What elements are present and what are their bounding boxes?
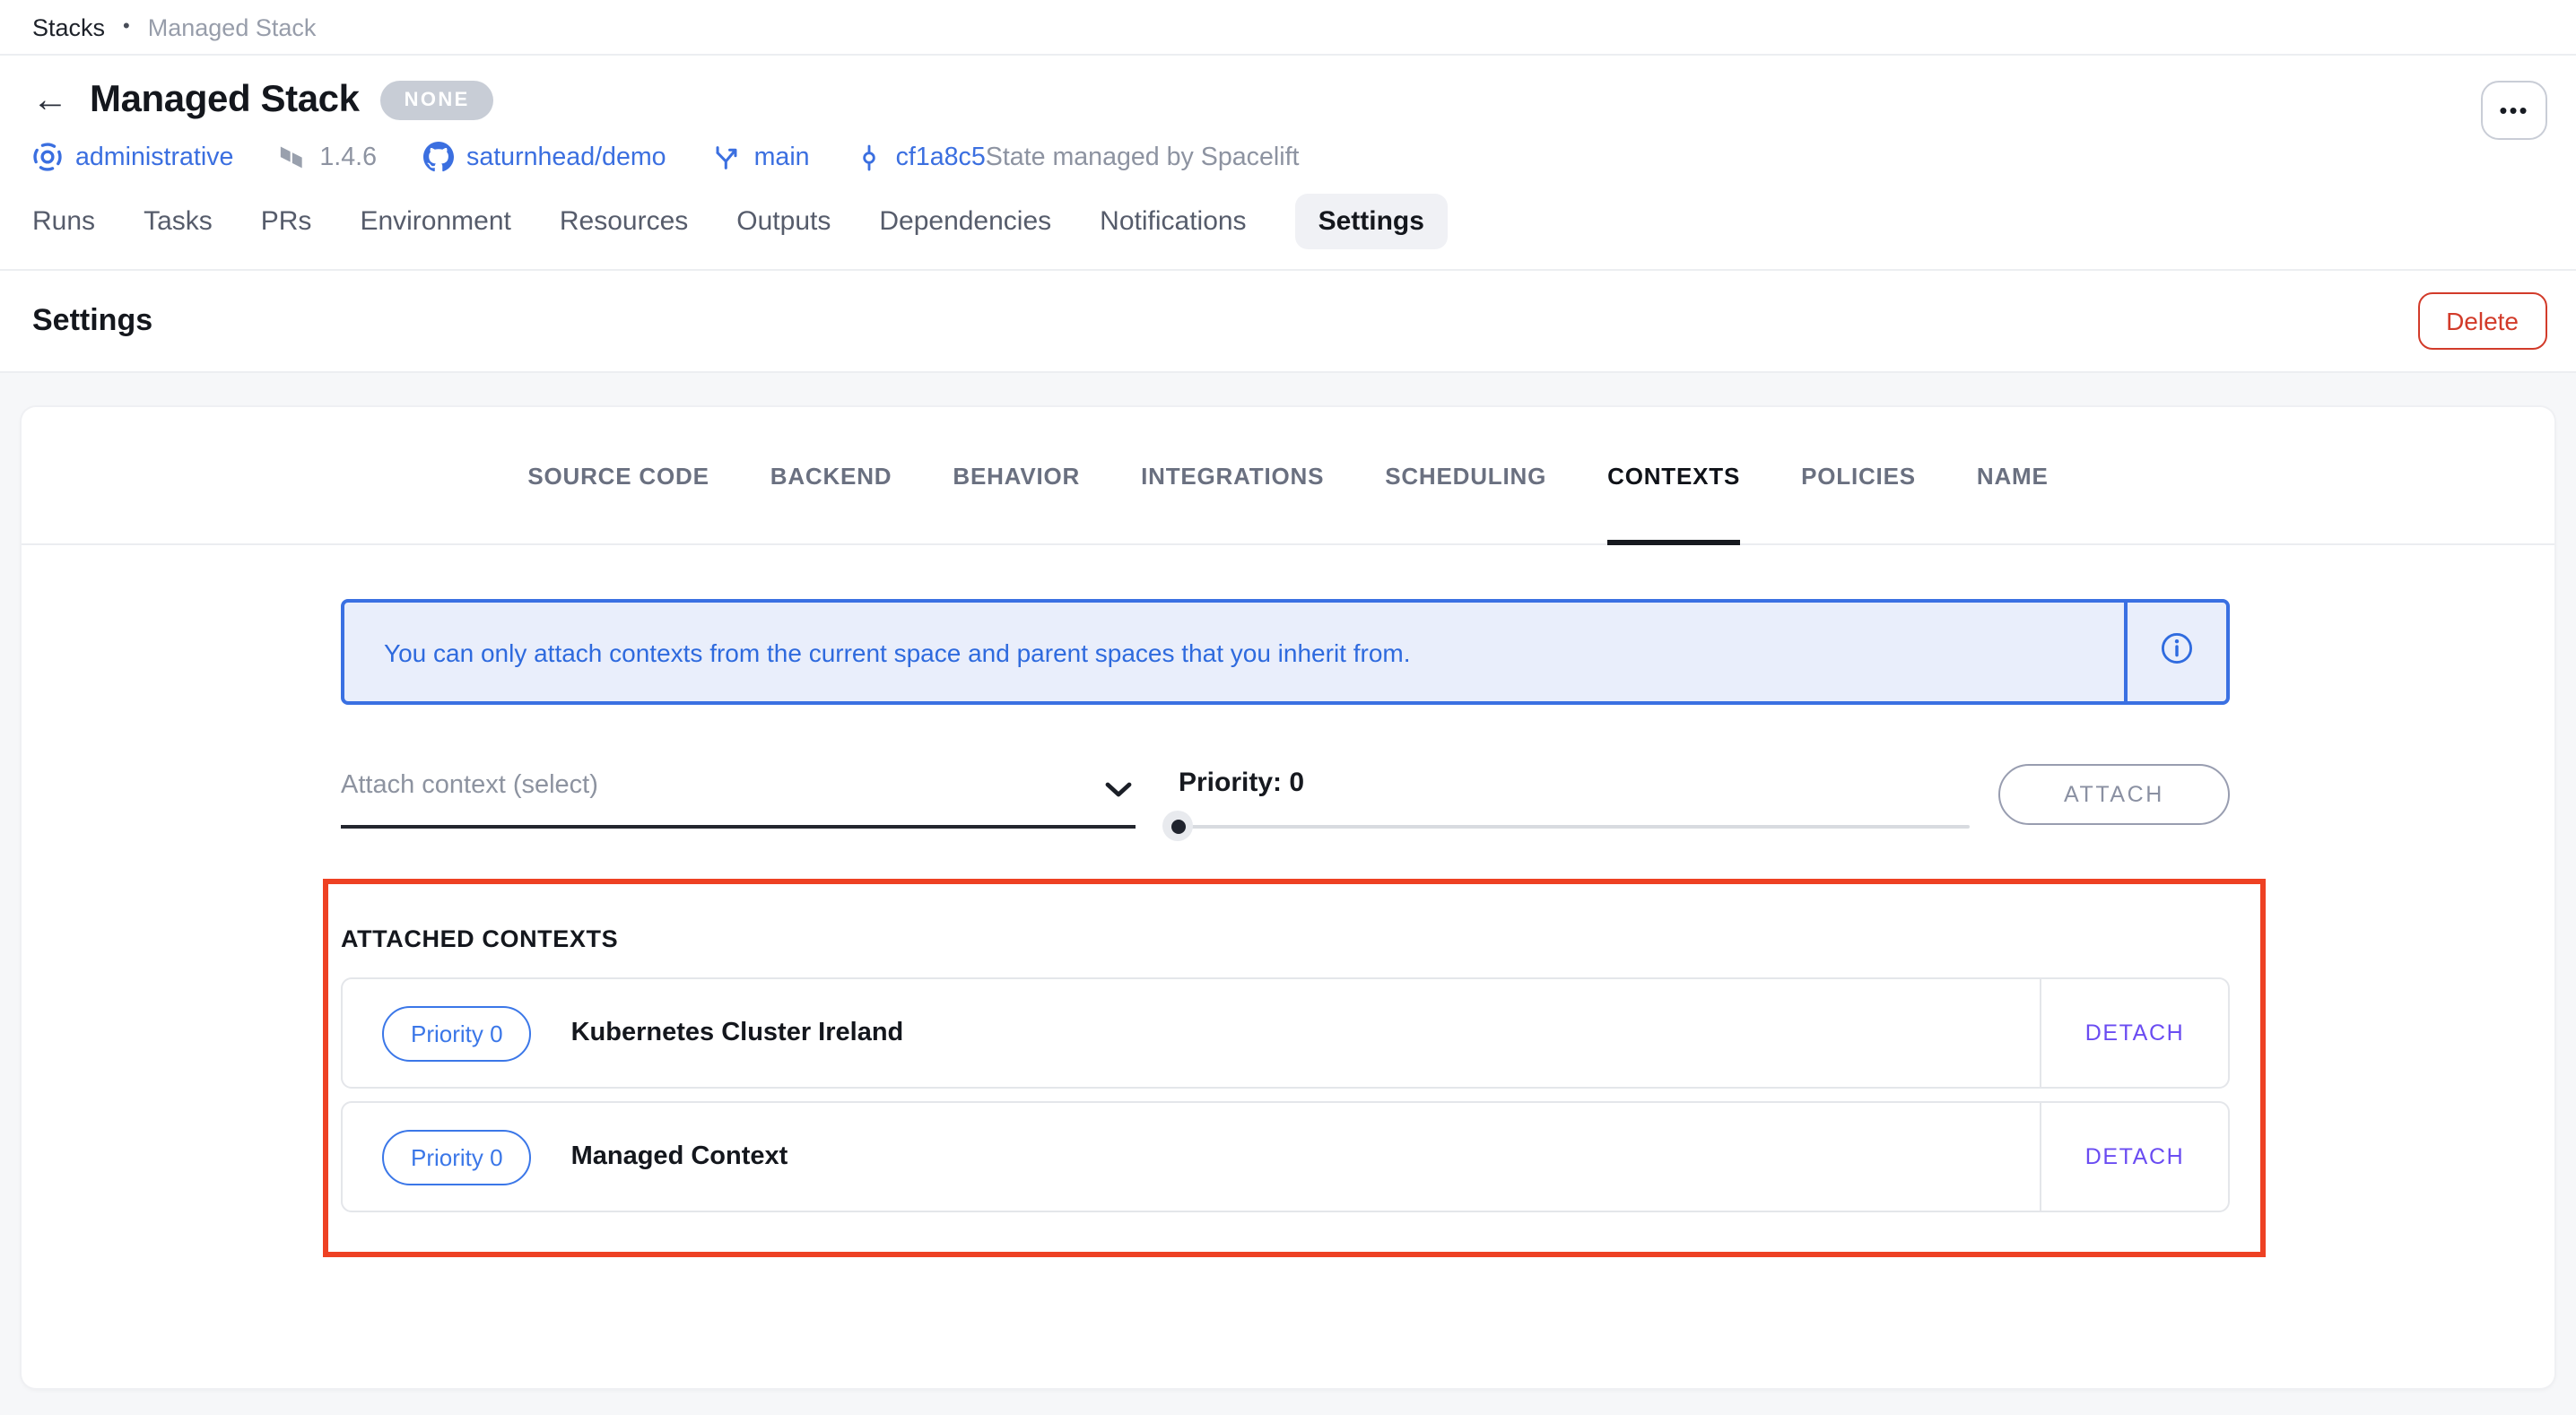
settings-tab-scheduling[interactable]: SCHEDULING	[1385, 407, 1546, 543]
delete-stack-button[interactable]: Delete	[2417, 292, 2547, 350]
priority-slider-dot	[1171, 819, 1185, 833]
info-icon	[2160, 630, 2194, 673]
context-name: Managed Context	[571, 1142, 788, 1171]
priority-badge: Priority 0	[382, 1129, 532, 1185]
breadcrumb-current: Managed Stack	[148, 13, 317, 40]
detach-button[interactable]: DETACH	[2075, 1142, 2196, 1171]
attach-context-placeholder: Attach context (select)	[341, 771, 598, 800]
attached-contexts-section: ATTACHED CONTEXTS Priority 0 Kubernetes …	[323, 879, 2266, 1257]
meta-repository[interactable]: saturnhead/demo	[423, 142, 666, 172]
branch-icon	[713, 143, 742, 171]
detach-cell: DETACH	[2040, 979, 2228, 1087]
tab-outputs[interactable]: Outputs	[736, 206, 831, 237]
app-viewport: Stacks • Managed Stack ••• ← Managed Sta…	[0, 0, 2576, 1415]
priority-label: Priority: 0	[1179, 768, 1970, 798]
settings-tab-integrations[interactable]: INTEGRATIONS	[1141, 407, 1324, 543]
priority-slider-thumb[interactable]	[1162, 811, 1193, 841]
detach-cell: DETACH	[2040, 1103, 2228, 1211]
context-row: Priority 0 Kubernetes Cluster Ireland DE…	[341, 977, 2230, 1089]
meta-branch[interactable]: main	[713, 143, 810, 171]
commit-icon	[857, 143, 883, 171]
info-banner: You can only attach contexts from the cu…	[341, 599, 2230, 705]
tab-prs[interactable]: PRs	[261, 206, 312, 237]
meta-version: 1.4.6	[280, 143, 377, 171]
breadcrumb-stacks[interactable]: Stacks	[32, 13, 105, 40]
tab-runs[interactable]: Runs	[32, 206, 95, 237]
meta-space[interactable]: administrative	[32, 142, 233, 172]
tab-notifications[interactable]: Notifications	[1100, 206, 1246, 237]
priority-slider[interactable]	[1177, 811, 1970, 843]
info-banner-text: You can only attach contexts from the cu…	[344, 603, 2124, 701]
ellipsis-icon: •••	[2499, 96, 2528, 123]
tab-environment[interactable]: Environment	[360, 206, 510, 237]
commit-sha-link[interactable]: cf1a8c5	[896, 143, 986, 171]
chevron-down-icon	[1105, 782, 1132, 798]
detach-button[interactable]: DETACH	[2075, 1019, 2196, 1047]
back-arrow-icon[interactable]: ←	[32, 82, 68, 118]
state-badge: NONE	[381, 81, 493, 120]
settings-tab-source-code[interactable]: SOURCE CODE	[527, 407, 709, 543]
branch-label: main	[754, 143, 810, 171]
settings-section-tabs: SOURCE CODE BACKEND BEHAVIOR INTEGRATION…	[22, 407, 2554, 545]
github-icon	[423, 142, 454, 172]
contexts-panel: You can only attach contexts from the cu…	[22, 545, 2554, 1257]
meta-commit: cf1a8c5State managed by Spacelift	[857, 143, 1300, 171]
tab-settings[interactable]: Settings	[1295, 194, 1448, 249]
attached-contexts-title: ATTACHED CONTEXTS	[341, 925, 2230, 952]
settings-tab-contexts[interactable]: CONTEXTS	[1607, 407, 1740, 543]
page-title: Managed Stack	[90, 79, 360, 122]
priority-control: Priority: 0	[1177, 768, 1970, 843]
more-options-button[interactable]: •••	[2481, 81, 2547, 140]
space-icon	[32, 142, 63, 172]
context-row: Priority 0 Managed Context DETACH	[341, 1101, 2230, 1212]
tab-resources[interactable]: Resources	[560, 206, 688, 237]
context-name: Kubernetes Cluster Ireland	[571, 1019, 904, 1047]
settings-tab-backend[interactable]: BACKEND	[770, 407, 892, 543]
info-banner-icon-box[interactable]	[2124, 603, 2226, 701]
settings-tab-behavior[interactable]: BEHAVIOR	[953, 407, 1080, 543]
stack-nav-tabs: Runs Tasks PRs Environment Resources Out…	[32, 192, 2544, 251]
version-label: 1.4.6	[319, 143, 377, 171]
settings-tab-name[interactable]: NAME	[1977, 407, 2049, 543]
title-row: ← Managed Stack NONE	[32, 74, 2544, 127]
terraform-icon	[280, 143, 307, 171]
priority-slider-track	[1177, 825, 1970, 829]
space-label: administrative	[75, 143, 233, 171]
settings-bar: Settings Delete	[0, 271, 2576, 371]
stack-header: ••• ← Managed Stack NONE administrative …	[0, 56, 2576, 271]
attach-button[interactable]: ATTACH	[1998, 764, 2230, 825]
settings-tab-policies[interactable]: POLICIES	[1801, 407, 1916, 543]
attach-context-row: Attach context (select) Priority: 0	[341, 764, 2230, 829]
attach-context-select[interactable]: Attach context (select)	[341, 769, 1136, 829]
stack-meta-row: administrative 1.4.6 saturnhead/demo mai…	[32, 142, 2544, 172]
repository-label: saturnhead/demo	[466, 143, 666, 171]
settings-title: Settings	[32, 303, 152, 339]
priority-badge: Priority 0	[382, 1005, 532, 1061]
breadcrumb: Stacks • Managed Stack	[0, 0, 2576, 56]
settings-page-area: SOURCE CODE BACKEND BEHAVIOR INTEGRATION…	[0, 371, 2576, 1415]
settings-card: SOURCE CODE BACKEND BEHAVIOR INTEGRATION…	[22, 407, 2554, 1388]
tab-tasks[interactable]: Tasks	[144, 206, 213, 237]
tab-dependencies[interactable]: Dependencies	[879, 206, 1051, 237]
state-managed-note: State managed by Spacelift	[986, 143, 1300, 171]
breadcrumb-separator: •	[123, 16, 130, 38]
